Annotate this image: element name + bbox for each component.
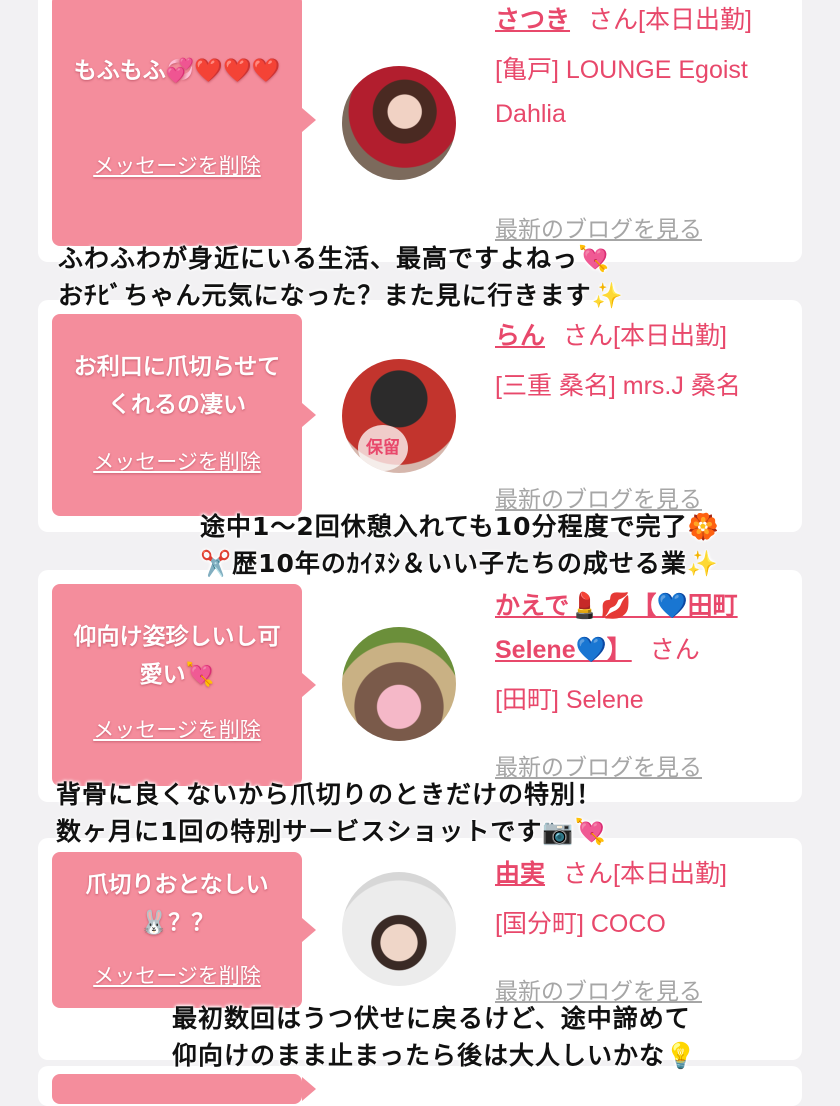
profile-suffix: さん <box>649 636 700 664</box>
profile-info: 由実 さん[本日出勤] [国分町] COCO <box>495 852 795 946</box>
avatar[interactable] <box>342 872 456 986</box>
message-bubble: 仰向け姿珍しいし可愛い💘 メッセージを削除 <box>52 584 316 786</box>
message-text: お利口に爪切らせてくれるの凄い <box>73 354 281 418</box>
shop-label: [三重 桑名] mrs.J 桑名 <box>495 372 741 400</box>
caption-overlay: ふわふわが身近にいる生活、最高ですよねっ💘 おﾁﾋﾞちゃん元気になった？また見に… <box>58 240 624 314</box>
delete-message-link[interactable]: メッセージを削除 <box>52 960 302 990</box>
profile-name-link[interactable]: さつき <box>495 6 570 34</box>
delete-message-link[interactable]: メッセージを削除 <box>52 446 302 476</box>
profile-name-link[interactable]: らん <box>495 322 545 350</box>
delete-message-link[interactable]: メッセージを削除 <box>52 150 302 180</box>
message-bubble: お利口に爪切らせてくれるの凄い メッセージを削除 <box>52 314 316 516</box>
shop-label: [亀戸] LOUNGE Egoist Dahlia <box>495 56 748 128</box>
caption-overlay: 途中1〜2回休憩入れても10分程度で完了🏵️ ✂️歴10年のｶｲﾇｼ＆いい子たち… <box>200 508 720 582</box>
profile-info: さつき さん[本日出勤] [亀戸] LOUNGE Egoist Dahlia <box>495 0 795 136</box>
message-bubble: 爪切りおとなしい🐰？？ メッセージを削除 <box>52 852 316 1008</box>
message-bubble: もふもふ💞❤️❤️❤️ メッセージを削除 <box>52 0 316 246</box>
profile-suffix: さん[本日出勤] <box>563 860 727 888</box>
message-text: もふもふ💞❤️❤️❤️ <box>73 58 281 84</box>
avatar[interactable]: 保留 <box>342 359 456 473</box>
avatar[interactable] <box>342 66 456 180</box>
profile-name-link[interactable]: かえで💄💋【💙田町 Selene💙】 <box>495 592 738 664</box>
profile-info: らん さん[本日出勤] [三重 桑名] mrs.J 桑名 <box>495 314 795 408</box>
profile-suffix: さん[本日出勤] <box>588 6 752 34</box>
caption-line: 仰向けのまま止まったら後は大人しいかな💡 <box>172 1041 698 1070</box>
caption-overlay: 最初数回はうつ伏せに戻るけど、途中諦めて 仰向けのまま止まったら後は大人しいかな… <box>172 1000 697 1074</box>
shop-label: [田町] Selene <box>495 686 644 714</box>
caption-line: ✂️歴10年のｶｲﾇｼ＆いい子たちの成せる業✨ <box>200 549 720 578</box>
avatar-badge: 保留 <box>358 425 408 471</box>
caption-line: 背骨に良くないから爪切りのときだけの特別！ <box>56 780 603 809</box>
caption-line: 途中1〜2回休憩入れても10分程度で完了🏵️ <box>200 512 720 541</box>
latest-blog-link[interactable]: 最新のブログを見る <box>495 210 702 244</box>
delete-message-link[interactable]: メッセージを削除 <box>52 714 302 744</box>
avatar[interactable] <box>342 627 456 741</box>
message-text: 仰向け姿珍しいし可愛い💘 <box>73 624 281 688</box>
shop-label: [国分町] COCO <box>495 910 666 938</box>
caption-line: おﾁﾋﾞちゃん元気になった？また見に行きます✨ <box>58 281 624 310</box>
profile-info: かえで💄💋【💙田町 Selene💙】 さん [田町] Selene <box>495 584 795 722</box>
caption-line: ふわふわが身近にいる生活、最高ですよねっ💘 <box>58 244 611 273</box>
profile-name-link[interactable]: 由実 <box>495 860 545 888</box>
profile-suffix: さん[本日出勤] <box>563 322 727 350</box>
message-bubble <box>52 1074 316 1104</box>
caption-overlay: 背骨に良くないから爪切りのときだけの特別！ 数ヶ月に1回の特別サービスショットで… <box>56 776 607 850</box>
caption-line: 数ヶ月に1回の特別サービスショットです📷💘 <box>56 817 607 846</box>
message-text: 爪切りおとなしい🐰？？ <box>85 872 269 936</box>
caption-line: 最初数回はうつ伏せに戻るけど、途中諦めて <box>172 1004 691 1033</box>
